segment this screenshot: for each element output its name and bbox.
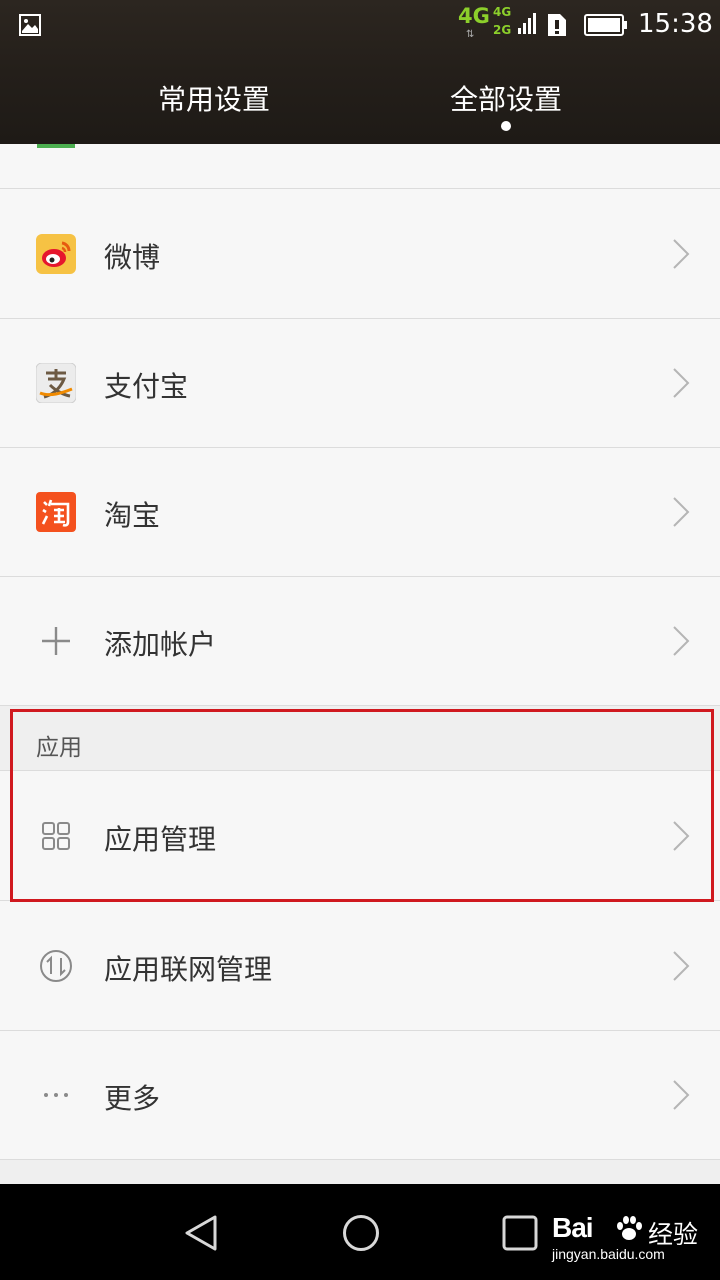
home-icon[interactable] — [342, 1214, 380, 1252]
list-item-label: 微博 — [104, 241, 161, 274]
list-item-label: 应用管理 — [104, 823, 217, 856]
chevron-right-icon — [673, 497, 690, 527]
recent-apps-icon[interactable] — [502, 1215, 538, 1251]
add-account-item[interactable]: 添加帐户 — [0, 577, 720, 706]
list-item-label: 支付宝 — [104, 370, 189, 403]
app-network-management-item[interactable]: 应用联网管理 — [0, 902, 720, 1031]
network-arrows-icon — [36, 946, 76, 986]
navigation-bar: Bai 经验 jingyan.baidu.com — [0, 1184, 720, 1280]
data-activity-icon: ⇅ — [466, 29, 476, 40]
app-grid-icon — [36, 816, 76, 856]
app-management-item[interactable]: 应用管理 — [0, 772, 720, 901]
list-item-label: 应用联网管理 — [104, 953, 273, 986]
settings-screen: 4G ⇅ 4G 2G 15:38 常用设置 全部设置 微博 支付宝 淘宝 添加帐… — [0, 0, 720, 1280]
chevron-right-icon — [673, 821, 690, 851]
chevron-right-icon — [673, 239, 690, 269]
account-item-taobao[interactable]: 淘宝 — [0, 448, 720, 577]
watermark-logo-text: Bai — [552, 1212, 594, 1243]
list-item-partial[interactable] — [0, 144, 720, 189]
sim1-network: 4G — [493, 5, 512, 19]
network-type: 4G — [458, 4, 490, 28]
watermark-url: jingyan.baidu.com — [552, 1246, 665, 1262]
account-item-weibo[interactable]: 微博 — [0, 190, 720, 319]
image-notification-icon — [19, 14, 41, 36]
baidu-paw-icon — [617, 1216, 642, 1240]
sim2-network: 2G — [493, 23, 512, 37]
list-item-label: 添加帐户 — [104, 628, 217, 661]
chevron-right-icon — [673, 951, 690, 981]
settings-tabs: 常用设置 全部设置 — [0, 50, 720, 144]
back-icon[interactable] — [184, 1214, 218, 1252]
more-dots-icon — [36, 1075, 76, 1115]
tab-common-settings[interactable]: 常用设置 — [114, 78, 314, 118]
alipay-icon — [36, 363, 76, 403]
section-header-apps: 应用 — [0, 706, 720, 771]
clock: 15:38 — [638, 9, 713, 39]
partial-app-icon — [37, 144, 75, 148]
tab-all-settings[interactable]: 全部设置 — [406, 78, 606, 118]
list-item-label: 更多 — [104, 1082, 161, 1115]
taobao-icon — [36, 492, 76, 532]
baidu-jingyan-watermark: Bai 经验 jingyan.baidu.com — [552, 1212, 712, 1272]
battery-icon — [584, 14, 627, 36]
status-bar: 4G ⇅ 4G 2G 15:38 — [0, 0, 720, 50]
plus-icon — [36, 621, 76, 661]
section-title: 应用 — [36, 735, 82, 761]
selected-tab-indicator — [501, 121, 511, 131]
weibo-icon — [36, 234, 76, 274]
chevron-right-icon — [673, 626, 690, 656]
chevron-right-icon — [673, 368, 690, 398]
list-item-label: 淘宝 — [104, 499, 161, 532]
chevron-right-icon — [673, 1080, 690, 1110]
more-item[interactable]: 更多 — [0, 1031, 720, 1160]
next-section-header-partial — [0, 1160, 720, 1184]
account-item-alipay[interactable]: 支付宝 — [0, 319, 720, 448]
top-bar: 4G ⇅ 4G 2G 15:38 常用设置 全部设置 — [0, 0, 720, 144]
signal-strength-icon — [518, 13, 536, 34]
sim-card-alert-icon — [548, 14, 566, 36]
